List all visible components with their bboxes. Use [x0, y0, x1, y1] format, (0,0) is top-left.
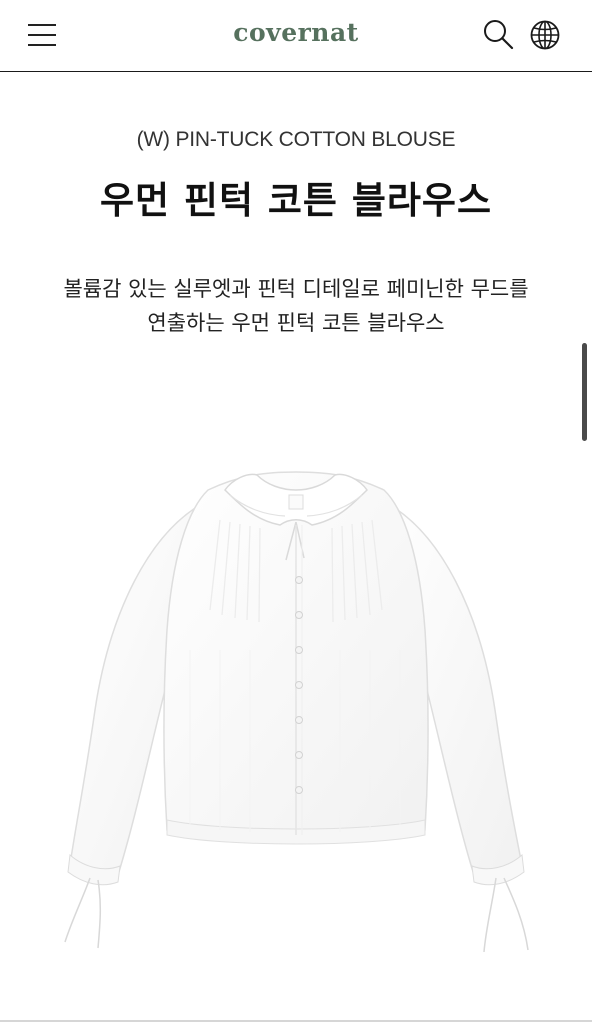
search-icon[interactable] [482, 18, 514, 50]
white-blouse-product-image [40, 450, 552, 970]
product-english-name: (W) PIN-TUCK COTTON BLOUSE [136, 128, 456, 151]
scrollbar-thumb[interactable] [582, 343, 587, 441]
site-header: covernat [0, 0, 592, 72]
product-description: 볼륨감 있는 실루엣과 핀턱 디테일로 페미닌한 무드를 연출하는 우먼 핀턱 … [30, 272, 562, 340]
description-line: 연출하는 우먼 핀턱 코튼 블라우스 [147, 311, 445, 335]
product-title: 우먼 핀턱 코튼 블라우스 [99, 179, 493, 222]
description-line: 볼륨감 있는 실루엣과 핀턱 디테일로 페미닌한 무드를 [63, 277, 529, 301]
section-divider [0, 1020, 592, 1022]
globe-icon[interactable] [529, 19, 561, 51]
